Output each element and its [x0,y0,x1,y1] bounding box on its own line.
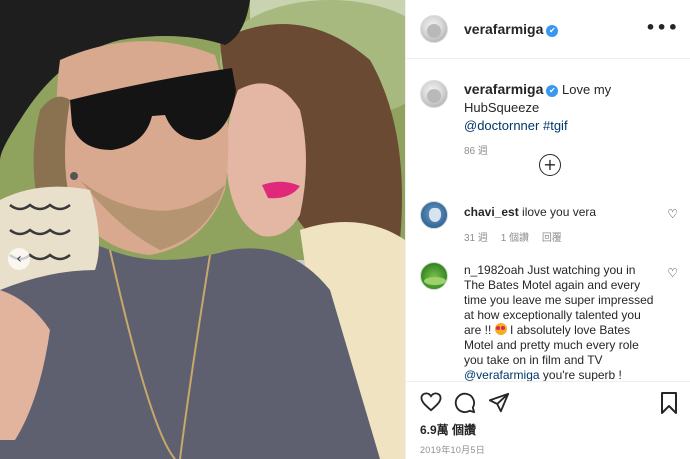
caption-text: verafarmiga ✔ Love my HubSqueeze @doctorn… [464,80,684,161]
comment-body: ilove you vera [522,205,597,219]
author-username[interactable]: verafarmiga [464,21,543,37]
commenter-avatar[interactable] [420,201,448,229]
share-icon[interactable] [488,392,510,419]
heart-eyes-emoji-icon [494,323,507,335]
comment-item: n_1982oah Just watching you in The Bates… [420,262,682,382]
comment-icon[interactable] [454,392,476,419]
author-avatar[interactable] [420,15,448,43]
photo-illustration [0,0,405,459]
commenter-avatar[interactable] [420,262,448,290]
heart-icon[interactable] [420,392,442,417]
comment-reply-button[interactable]: 回覆 [542,233,562,244]
verified-badge-icon: ✔ [546,25,559,37]
comment-text: chavi_est ilove you vera [464,205,654,220]
bookmark-icon[interactable] [660,392,678,419]
more-options-icon[interactable]: ••• [645,18,679,37]
post-photo[interactable]: ‹ [0,0,405,459]
comment-text: n_1982oah Just watching you in The Bates… [464,263,656,383]
comment-body-continued: I absolutely love Bates Motel and pretty… [464,323,639,367]
verified-badge-icon: ✔ [546,85,559,97]
carousel-prev-icon[interactable]: ‹ [8,248,30,270]
comment-item: chavi_est ilove you vera ♡ 31 週 1 個讚 回覆 [420,201,682,249]
comment-time[interactable]: 31 週 [464,233,488,244]
likes-count[interactable]: 6.9萬 個讚 [420,421,476,438]
commenter-username[interactable]: n_1982oah [464,263,524,277]
comment-body-end: you're superb ! [542,368,622,382]
caption-hashtag[interactable]: #tgif [543,118,568,133]
caption-author-avatar[interactable] [420,80,448,108]
post-panel: verafarmiga ✔ ••• verafarmiga ✔ Love my Hu… [405,0,690,459]
comment-like-heart-icon[interactable]: ♡ [667,207,678,221]
post-actions: 6.9萬 個讚 2019年10月5日 [406,381,690,459]
author-name-row: verafarmiga ✔ [464,21,559,39]
comment-like-heart-icon[interactable]: ♡ [667,266,678,280]
comment-meta: 31 週 1 個讚 回覆 [464,229,572,244]
comment-likes[interactable]: 1 個讚 [501,233,529,244]
caption-mention[interactable]: @doctornner [464,118,539,133]
post-header: verafarmiga ✔ ••• [406,0,690,59]
caption-username[interactable]: verafarmiga [464,81,543,97]
caption-time[interactable]: 86 週 [464,143,684,161]
post-date[interactable]: 2019年10月5日 [420,443,485,456]
comment-mention[interactable]: @verafarmiga [464,368,540,382]
load-more-comments-icon[interactable]: + [539,154,561,176]
commenter-username[interactable]: chavi_est [464,205,519,219]
